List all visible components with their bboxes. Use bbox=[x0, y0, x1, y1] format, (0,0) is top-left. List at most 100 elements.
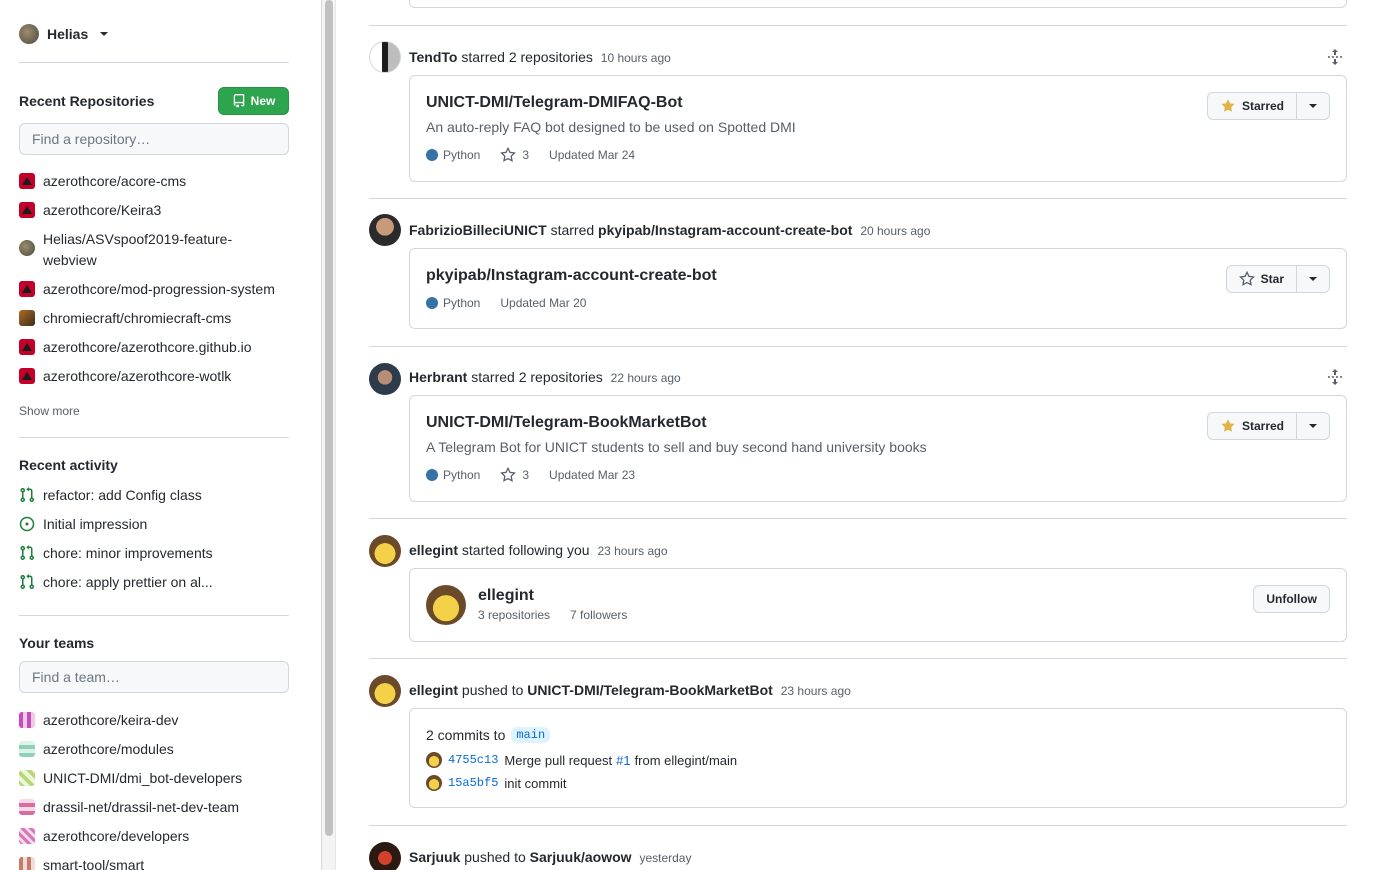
commit-author-avatar[interactable] bbox=[426, 752, 442, 768]
list-item[interactable]: azerothcore/mod-progression-system bbox=[19, 279, 289, 300]
repo-link[interactable]: azerothcore/azerothcore-wotlk bbox=[43, 366, 231, 387]
activity-link[interactable]: Initial impression bbox=[43, 516, 147, 532]
unfold-icon[interactable] bbox=[1327, 369, 1343, 385]
list-item[interactable]: azerothcore/modules bbox=[19, 738, 289, 759]
scrollbar-thumb[interactable] bbox=[325, 0, 333, 836]
star-list-dropdown[interactable] bbox=[1297, 413, 1329, 439]
commit-count[interactable]: 2 commits to bbox=[426, 727, 505, 743]
star-list-dropdown[interactable] bbox=[1297, 93, 1329, 119]
list-item[interactable]: chore: minor improvements bbox=[19, 542, 289, 563]
star-button-group: Star bbox=[1225, 265, 1330, 293]
star-outline-icon bbox=[500, 467, 517, 482]
list-item[interactable]: azerothcore/developers bbox=[19, 825, 289, 846]
activity-link[interactable]: chore: minor improvements bbox=[43, 545, 213, 561]
actor-link[interactable]: ellegint bbox=[409, 542, 458, 558]
list-item[interactable]: azerothcore/azerothcore.github.io bbox=[19, 337, 289, 358]
actor-avatar[interactable] bbox=[369, 363, 401, 395]
show-more-link[interactable]: Show more bbox=[19, 404, 80, 418]
push-card: 2 commits to main 4755c13 Merge pull req… bbox=[409, 708, 1347, 808]
divider bbox=[369, 825, 1347, 826]
profile-name[interactable]: ellegint bbox=[478, 587, 534, 605]
profile-followers[interactable]: 7 followers bbox=[570, 608, 627, 622]
star-button[interactable]: Star bbox=[1227, 266, 1297, 292]
team-link[interactable]: UNICT-DMI/dmi_bot-developers bbox=[43, 770, 242, 786]
list-item[interactable]: azerothcore/keira-dev bbox=[19, 709, 289, 730]
branch-label[interactable]: main bbox=[511, 727, 551, 743]
target-repo-link[interactable]: Sarjuuk/aowow bbox=[530, 849, 632, 865]
actor-avatar[interactable] bbox=[369, 675, 401, 707]
unfold-icon[interactable] bbox=[1327, 49, 1343, 65]
list-item[interactable]: Initial impression bbox=[19, 513, 289, 534]
commit-sha[interactable]: 15a5bf5 bbox=[448, 776, 498, 790]
star-filled-icon bbox=[1221, 419, 1235, 432]
repo-link[interactable]: azerothcore/acore-cms bbox=[43, 171, 186, 192]
actor-avatar[interactable] bbox=[369, 842, 401, 870]
commit-sha[interactable]: 4755c13 bbox=[448, 753, 498, 767]
list-item[interactable]: drassil-net/drassil-net-dev-team bbox=[19, 796, 289, 817]
team-link[interactable]: azerothcore/keira-dev bbox=[43, 712, 178, 728]
list-item[interactable]: smart-tool/smart bbox=[19, 854, 289, 870]
list-item[interactable]: chromiecraft/chromiecraft-cms bbox=[19, 308, 289, 329]
find-team-input[interactable] bbox=[19, 661, 289, 693]
target-repo-link[interactable]: pkyipab/Instagram-account-create-bot bbox=[598, 222, 852, 238]
actor-avatar[interactable] bbox=[369, 535, 401, 567]
list-item[interactable]: chore: apply prettier on al... bbox=[19, 571, 289, 592]
list-item[interactable]: azerothcore/acore-cms bbox=[19, 171, 289, 192]
actor-avatar[interactable] bbox=[369, 214, 401, 246]
list-item[interactable]: UNICT-DMI/dmi_bot-developers bbox=[19, 767, 289, 788]
team-link[interactable]: drassil-net/drassil-net-dev-team bbox=[43, 799, 239, 815]
actor-avatar[interactable] bbox=[369, 41, 401, 73]
language-color-dot bbox=[426, 149, 438, 161]
profile-repositories[interactable]: 3 repositories bbox=[478, 608, 550, 622]
repo-link[interactable]: Helias/ASVspoof2019-feature-webview bbox=[43, 229, 253, 271]
actor-link[interactable]: ellegint bbox=[409, 682, 458, 698]
commit-author-avatar[interactable] bbox=[426, 775, 442, 791]
unstar-button[interactable]: Starred bbox=[1208, 93, 1297, 119]
repo-link[interactable]: azerothcore/Keira3 bbox=[43, 200, 161, 221]
actor-link[interactable]: Herbrant bbox=[409, 369, 467, 385]
unfollow-button[interactable]: Unfollow bbox=[1253, 585, 1330, 613]
repo-card-title[interactable]: pkyipab/Instagram-account-create-bot bbox=[426, 267, 717, 285]
list-item[interactable]: Helias/ASVspoof2019-feature-webview bbox=[19, 229, 289, 271]
repo-stars[interactable]: 3 bbox=[500, 467, 529, 483]
star-button-label: Starred bbox=[1241, 419, 1284, 433]
list-item[interactable]: azerothcore/azerothcore-wotlk bbox=[19, 366, 289, 387]
helias-avatar bbox=[19, 240, 35, 256]
team-link[interactable]: smart-tool/smart bbox=[43, 857, 144, 870]
repo-card-title[interactable]: UNICT-DMI/Telegram-DMIFAQ-Bot bbox=[426, 94, 683, 112]
actor-link[interactable]: TendTo bbox=[409, 49, 457, 65]
context-switcher[interactable]: Helias bbox=[19, 24, 109, 44]
language-label: Python bbox=[443, 468, 481, 482]
repo-card-title[interactable]: UNICT-DMI/Telegram-BookMarketBot bbox=[426, 414, 707, 432]
actor-link[interactable]: FabrizioBilleciUNICT bbox=[409, 222, 547, 238]
unstar-button[interactable]: Starred bbox=[1208, 413, 1297, 439]
sidebar-scrollbar[interactable] bbox=[322, 0, 336, 870]
event-header: ellegint started following you 23 hours … bbox=[409, 540, 668, 561]
chevron-down-icon bbox=[1309, 277, 1317, 281]
list-item[interactable]: refactor: add Config class bbox=[19, 484, 289, 505]
repo-link[interactable]: chromiecraft/chromiecraft-cms bbox=[43, 308, 231, 329]
activity-link[interactable]: refactor: add Config class bbox=[43, 487, 202, 503]
new-repository-button[interactable]: New bbox=[218, 87, 289, 115]
stars-count: 3 bbox=[522, 468, 530, 482]
event-time: yesterday bbox=[639, 851, 692, 865]
target-repo-link[interactable]: UNICT-DMI/Telegram-BookMarketBot bbox=[527, 682, 773, 698]
repo-link[interactable]: azerothcore/azerothcore.github.io bbox=[43, 337, 252, 358]
actor-link[interactable]: Sarjuuk bbox=[409, 849, 460, 865]
team-link[interactable]: azerothcore/modules bbox=[43, 741, 174, 757]
repo-language: Python bbox=[426, 468, 480, 482]
team-link[interactable]: azerothcore/developers bbox=[43, 828, 189, 844]
repo-link[interactable]: azerothcore/mod-progression-system bbox=[43, 279, 275, 300]
find-repository-input[interactable] bbox=[19, 123, 289, 155]
repo-stars[interactable]: 3 bbox=[500, 147, 529, 163]
profile-avatar[interactable] bbox=[426, 585, 466, 625]
star-list-dropdown[interactable] bbox=[1297, 266, 1329, 292]
event-time: 22 hours ago bbox=[610, 371, 681, 385]
activity-link[interactable]: chore: apply prettier on al... bbox=[43, 574, 213, 590]
list-item[interactable]: azerothcore/Keira3 bbox=[19, 200, 289, 221]
profile-meta: 3 repositories 7 followers bbox=[478, 608, 627, 622]
repo-card-description: An auto-reply FAQ bot designed to be use… bbox=[426, 119, 796, 135]
pull-request-link[interactable]: #1 bbox=[616, 753, 630, 768]
star-outline-icon bbox=[500, 147, 517, 162]
event-header: FabrizioBilleciUNICT starred pkyipab/Ins… bbox=[409, 220, 930, 241]
